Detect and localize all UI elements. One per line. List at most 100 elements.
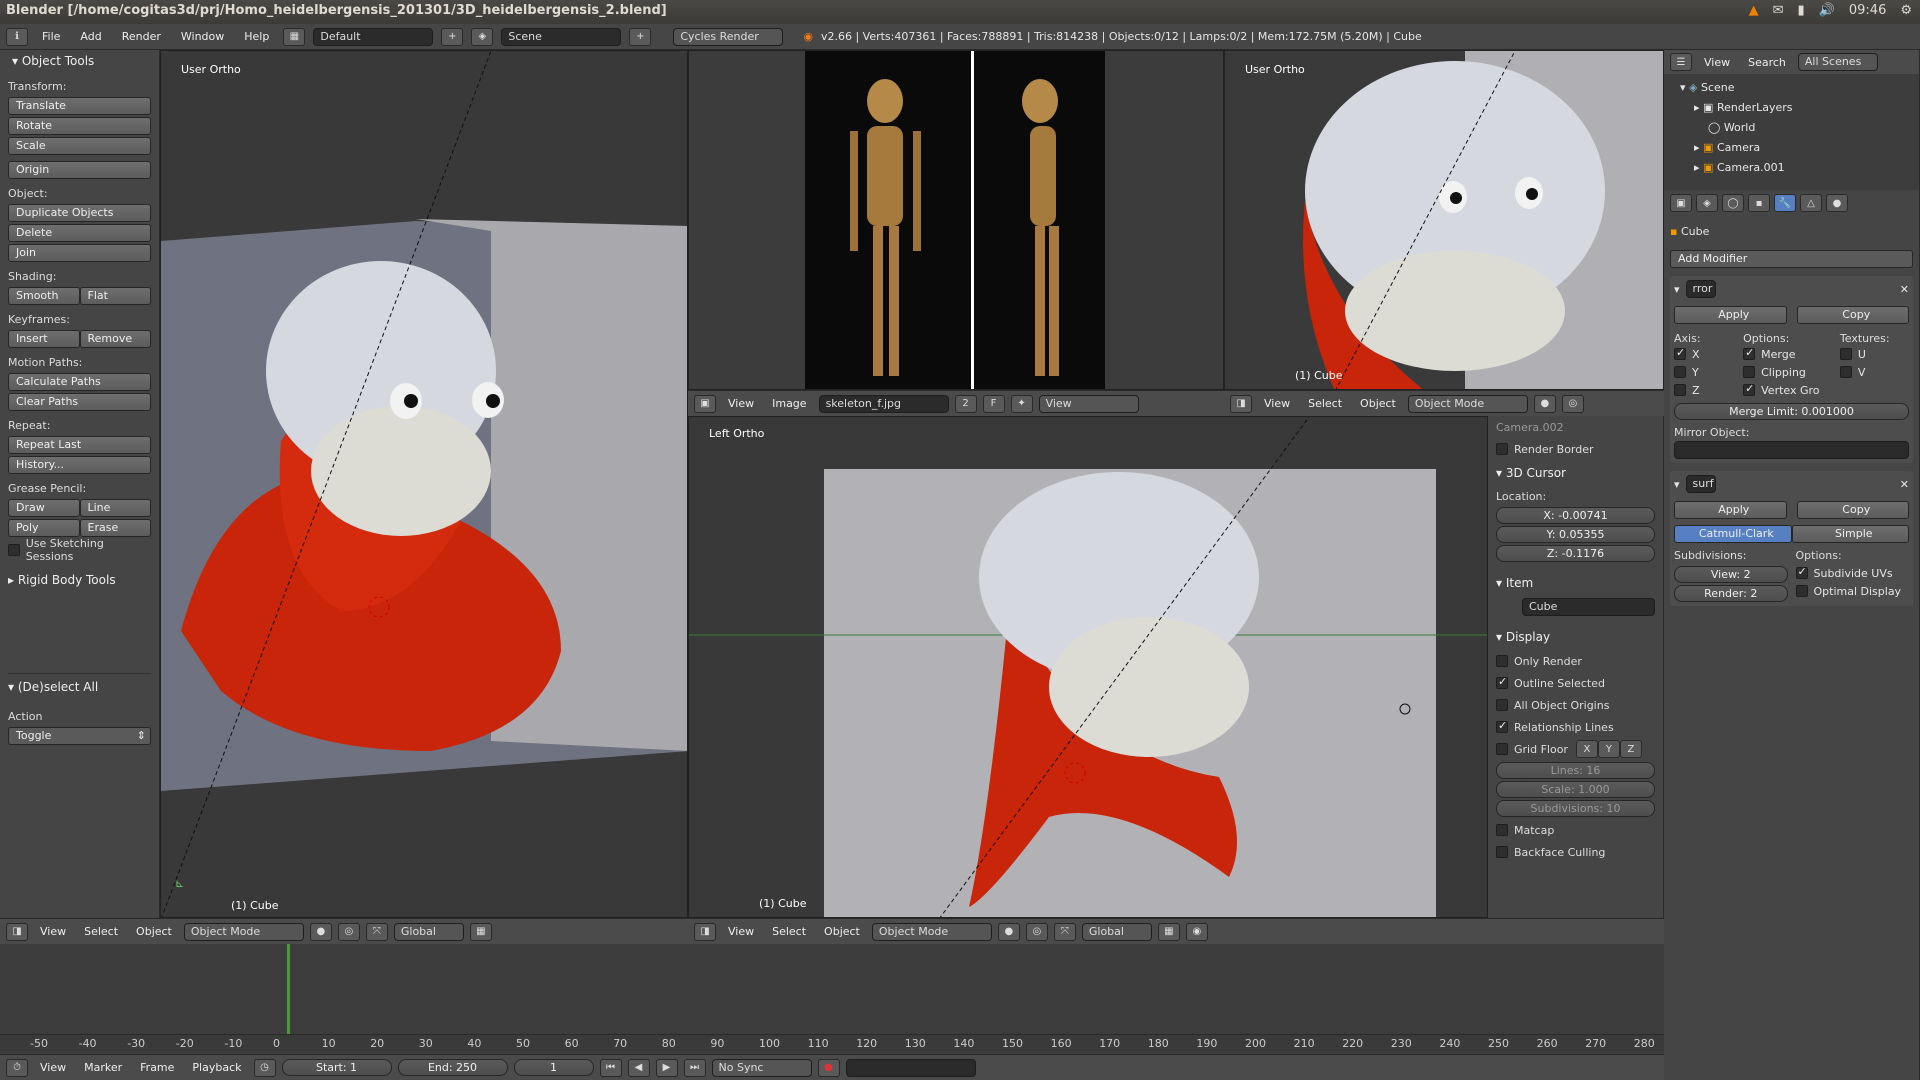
clock[interactable]: 09:46	[1849, 3, 1886, 18]
only-render-checkbox[interactable]: Only Render	[1496, 652, 1655, 670]
erase-button[interactable]: Erase	[79, 519, 151, 537]
texture-u-checkbox[interactable]: U	[1839, 345, 1909, 363]
cursor-z-field[interactable]: Z: -0.1176	[1496, 545, 1655, 562]
object-tab-icon[interactable]: ▪	[1748, 194, 1770, 212]
simple-tab[interactable]: Simple	[1791, 525, 1909, 543]
merge-limit-field[interactable]: Merge Limit: 0.001000	[1674, 403, 1909, 420]
editor-type-icon[interactable]: ⏱	[6, 1058, 28, 1077]
poly-button[interactable]: Poly	[8, 519, 80, 537]
render-engine-select[interactable]: Cycles Render	[673, 27, 784, 46]
outliner-search-menu[interactable]: Search	[1742, 56, 1792, 69]
end-frame-field[interactable]: End: 250	[397, 1059, 508, 1076]
view-levels-field[interactable]: View: 2	[1674, 566, 1788, 583]
remove-keyframe-button[interactable]: Remove	[79, 330, 151, 348]
clipping-checkbox[interactable]: Clipping	[1743, 363, 1840, 381]
render-tab-icon[interactable]: ▣	[1670, 194, 1692, 212]
material-tab-icon[interactable]: ●	[1826, 194, 1848, 212]
close-icon[interactable]: ✕	[1900, 283, 1909, 296]
all-object-origins-checkbox[interactable]: All Object Origins	[1496, 696, 1655, 714]
object-tools-header[interactable]: ▾ Object Tools	[12, 54, 151, 68]
repeat-last-button[interactable]: Repeat Last	[8, 436, 151, 454]
subsurf-name-field[interactable]: surf	[1685, 475, 1716, 493]
cursor-y-field[interactable]: Y: 0.05355	[1496, 526, 1655, 543]
insert-keyframe-button[interactable]: Insert	[8, 330, 80, 348]
clear-paths-button[interactable]: Clear Paths	[8, 393, 151, 411]
gear-icon[interactable]: ⚙	[1900, 3, 1912, 18]
display-header[interactable]: ▾ Display	[1496, 630, 1655, 644]
layers-icon[interactable]: ▦	[469, 922, 492, 941]
viewport-left[interactable]: User Ortho (1) Cube ⊾	[160, 50, 688, 918]
mode-select[interactable]: Object Mode	[1407, 394, 1528, 413]
marker-menu[interactable]: Marker	[78, 1061, 128, 1074]
texture-v-checkbox[interactable]: V	[1839, 363, 1909, 381]
menu-file[interactable]: File	[36, 30, 66, 43]
view-menu[interactable]: View	[1258, 397, 1296, 410]
scale-button[interactable]: Scale	[8, 137, 151, 155]
network-icon[interactable]: ▮	[1798, 3, 1805, 18]
outliner-item-world[interactable]: ◯ World	[1680, 118, 1903, 138]
mirror-object-field[interactable]	[1674, 441, 1909, 459]
add-scene-icon[interactable]: +	[629, 27, 652, 46]
viewport-topright[interactable]: User Ortho (1) Cube	[1224, 50, 1664, 390]
relationship-lines-checkbox[interactable]: Relationship Lines	[1496, 718, 1655, 736]
pivot-icon[interactable]: ◎	[1025, 922, 1048, 941]
pivot-icon[interactable]: ◎	[1561, 394, 1584, 413]
frame-menu[interactable]: Frame	[134, 1061, 180, 1074]
close-icon[interactable]: ✕	[1900, 478, 1909, 491]
optimal-display-checkbox[interactable]: Optimal Display	[1795, 582, 1910, 600]
translate-button[interactable]: Translate	[8, 97, 151, 115]
backface-culling-checkbox[interactable]: Backface Culling	[1496, 843, 1655, 861]
grid-subdivisions-field[interactable]: Subdivisions: 10	[1496, 800, 1655, 817]
render-border-checkbox[interactable]: Render Border	[1496, 440, 1655, 458]
orientation-select[interactable]: Global	[393, 922, 464, 941]
shading-icon[interactable]: ●	[1533, 394, 1556, 413]
subsurf-copy-button[interactable]: Copy	[1796, 501, 1909, 519]
deselect-all-header[interactable]: ▾ (De)select All	[8, 680, 151, 694]
camera-field[interactable]: Camera.002	[1496, 418, 1655, 436]
sync-select[interactable]: No Sync	[711, 1058, 812, 1077]
mirror-apply-button[interactable]: Apply	[1674, 306, 1787, 324]
object-menu[interactable]: Object	[130, 925, 178, 938]
manipulator-icon[interactable]: ⤧	[365, 922, 388, 941]
cursor-x-field[interactable]: X: -0.00741	[1496, 507, 1655, 524]
image-users-count[interactable]: 2	[954, 394, 977, 413]
image-view-menu[interactable]: View	[722, 397, 760, 410]
grid-scale-field[interactable]: Scale: 1.000	[1496, 781, 1655, 798]
line-button[interactable]: Line	[79, 499, 151, 517]
mode-select[interactable]: Object Mode	[871, 922, 992, 941]
grid-lines-field[interactable]: Lines: 16	[1496, 762, 1655, 779]
object-menu[interactable]: Object	[818, 925, 866, 938]
view-menu[interactable]: View	[722, 925, 760, 938]
keying-set-field[interactable]	[845, 1058, 976, 1077]
outliner-item-camera[interactable]: ▸ ▣ Camera	[1680, 138, 1903, 158]
object-menu[interactable]: Object	[1354, 397, 1402, 410]
add-layout-icon[interactable]: +	[441, 27, 464, 46]
data-tab-icon[interactable]: △	[1800, 194, 1822, 212]
menu-render[interactable]: Render	[116, 30, 167, 43]
outliner-display-select[interactable]: All Scenes	[1797, 53, 1878, 71]
pin-icon[interactable]: ✦	[1010, 394, 1033, 413]
editor-type-icon[interactable]: ▣	[694, 394, 716, 413]
layout-field[interactable]: Default	[313, 27, 434, 46]
axis-z-checkbox[interactable]: Z	[1674, 381, 1743, 399]
shading-icon[interactable]: ●	[997, 922, 1020, 941]
image-file-field[interactable]: skeleton_f.jpg	[818, 394, 949, 413]
flat-button[interactable]: Flat	[79, 287, 151, 305]
collapse-icon[interactable]: ▾	[1674, 478, 1680, 491]
playback-menu[interactable]: Playback	[186, 1061, 247, 1074]
matcap-checkbox[interactable]: Matcap	[1496, 821, 1655, 839]
outliner-item-scene[interactable]: ▾ ◈ Scene	[1680, 78, 1903, 98]
collapse-icon[interactable]: ▾	[1674, 283, 1680, 296]
render-icon[interactable]: ◉	[1185, 922, 1208, 941]
origin-button[interactable]: Origin	[8, 161, 151, 179]
action-select[interactable]: Toggle ⇕	[8, 727, 151, 745]
3d-cursor-header[interactable]: ▾ 3D Cursor	[1496, 466, 1655, 480]
world-tab-icon[interactable]: ◯	[1722, 194, 1744, 212]
scene-icon[interactable]: ◈	[471, 27, 494, 46]
outline-selected-checkbox[interactable]: Outline Selected	[1496, 674, 1655, 692]
jump-end-icon[interactable]: ⏭	[683, 1058, 706, 1077]
calculate-paths-button[interactable]: Calculate Paths	[8, 373, 151, 391]
rigid-body-header[interactable]: ▸ Rigid Body Tools	[8, 573, 151, 587]
grid-x-toggle[interactable]: X	[1575, 740, 1598, 758]
play-reverse-icon[interactable]: ◀	[627, 1058, 650, 1077]
